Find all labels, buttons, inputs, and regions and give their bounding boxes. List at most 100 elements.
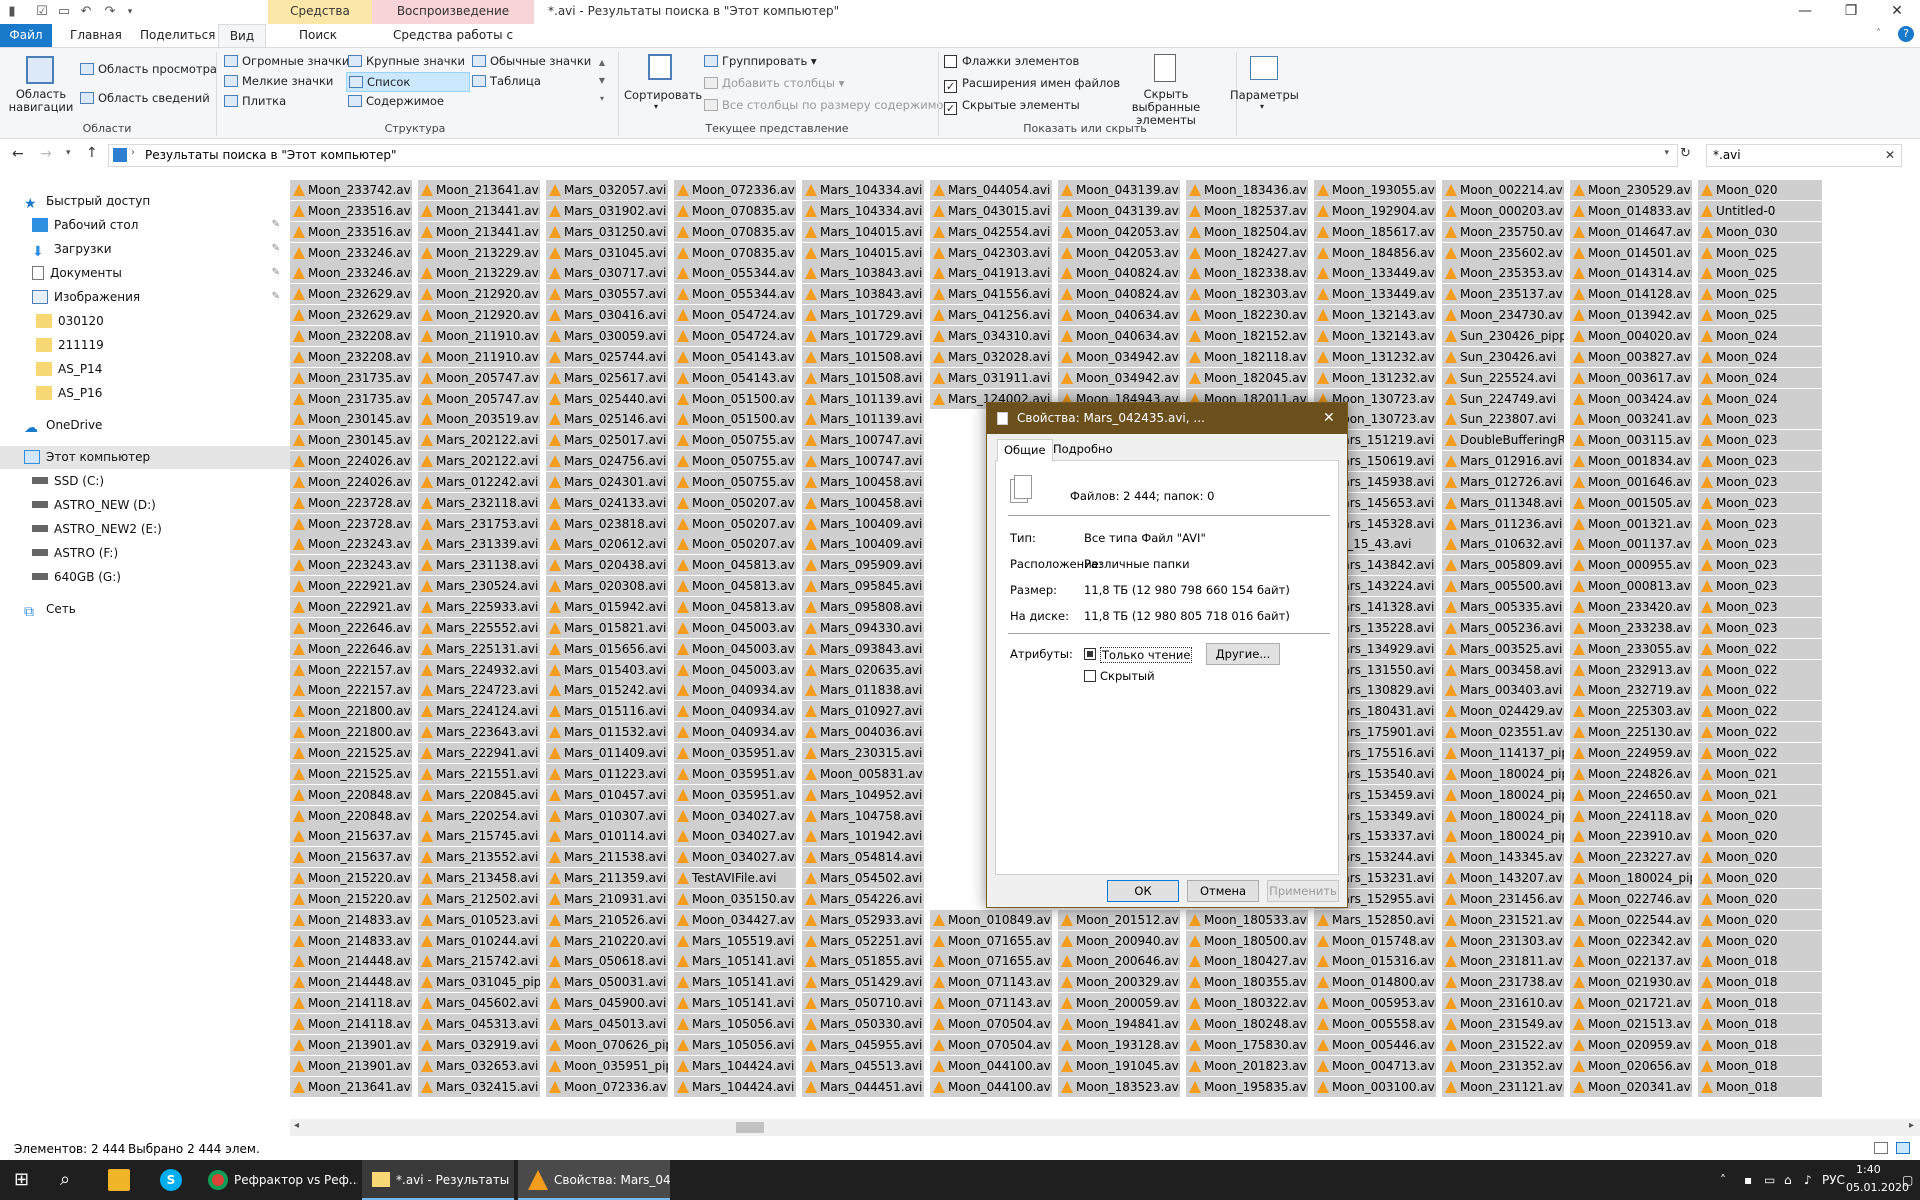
readonly-label[interactable]: Только чтение (1100, 647, 1193, 663)
file-item[interactable]: Moon_022342.avi (1570, 930, 1692, 951)
layout-medium-icons[interactable]: Обычные значки (472, 54, 592, 68)
file-item[interactable]: Moon_015748.avi (1314, 930, 1436, 951)
file-item[interactable]: Moon_070626_pipp.avi (546, 1034, 668, 1055)
store-icon[interactable] (108, 1169, 130, 1191)
file-item[interactable]: Mars_025617.avi (546, 367, 668, 388)
file-item[interactable]: Moon_221800.avi (290, 722, 412, 743)
file-item[interactable]: Moon_050207.avi (674, 492, 796, 513)
address-path[interactable]: Результаты поиска в "Этот компьютер" (145, 148, 397, 162)
file-item[interactable]: Moon_070835.avi (674, 221, 796, 242)
file-item[interactable]: Moon_023 (1698, 451, 1822, 472)
file-item[interactable]: Mars_220254.avi (418, 805, 540, 826)
file-item[interactable]: Mars_031902.avi (546, 200, 668, 221)
file-item[interactable]: Moon_024429.avi (1442, 701, 1564, 722)
file-item[interactable]: Moon_020 (1698, 868, 1822, 889)
file-item[interactable]: Moon_045003.avi (674, 638, 796, 659)
file-item[interactable]: Mars_045955.avi (802, 1034, 924, 1055)
file-item[interactable]: Moon_143345.avi (1442, 847, 1564, 868)
file-item[interactable]: Mars_215742.avi (418, 951, 540, 972)
file-item[interactable]: Moon_024 (1698, 367, 1822, 388)
navigation-pane-button[interactable]: Область навигации (6, 88, 76, 114)
file-item[interactable]: Moon_005831.avi (802, 763, 924, 784)
file-item[interactable]: Mars_093843.avi (802, 638, 924, 659)
file-item[interactable]: Moon_021721.avi (1570, 993, 1692, 1014)
file-item[interactable]: Moon_070504.avi (930, 1034, 1052, 1055)
file-item[interactable]: Mars_030059.avi (546, 325, 668, 346)
tab-search[interactable]: Поиск (290, 24, 346, 47)
file-item[interactable]: Moon_223728.avi (290, 492, 412, 513)
file-item[interactable]: Moon_025 (1698, 305, 1822, 326)
file-item[interactable]: Mars_221551.avi (418, 763, 540, 784)
file-item[interactable]: Mars_104758.avi (802, 805, 924, 826)
file-item[interactable]: Mars_031911.avi (930, 367, 1052, 388)
file-item[interactable]: Moon_213441.avi (418, 200, 540, 221)
nav-pictures[interactable]: Изображения ✎ (0, 286, 290, 309)
file-item[interactable]: Mars_202122.avi (418, 430, 540, 451)
file-item[interactable]: Moon_214833.avi (290, 909, 412, 930)
file-item[interactable]: Moon_040934.avi (674, 701, 796, 722)
taskbar-chrome[interactable]: Рефрактор vs Реф... (200, 1160, 358, 1200)
nav-folder-as-p14[interactable]: AS_P14 (0, 358, 290, 381)
file-item[interactable]: Untitled-0 (1698, 200, 1822, 221)
file-item[interactable]: Moon_222646.avi (290, 638, 412, 659)
file-item[interactable]: Moon_193055.avi (1314, 180, 1436, 200)
file-item[interactable]: Mars_004036.avi (802, 722, 924, 743)
file-item[interactable]: Mars_104015.avi (802, 242, 924, 263)
file-item[interactable]: Moon_018 (1698, 1055, 1822, 1076)
customize-toolbar-icon[interactable]: ▾ (122, 4, 138, 20)
layout-scroll[interactable]: ▲ ▼ ▾ (596, 54, 608, 110)
file-item[interactable]: Mars_010632.avi (1442, 534, 1564, 555)
file-item[interactable]: Moon_180248.avi (1186, 1014, 1308, 1034)
file-item[interactable]: Moon_000203.avi (1442, 200, 1564, 221)
file-item[interactable]: Moon_223227.avi (1570, 847, 1692, 868)
layout-list[interactable]: Список (346, 72, 470, 92)
redo-icon[interactable]: ↷ (102, 4, 118, 20)
file-item[interactable]: Moon_020 (1698, 888, 1822, 909)
file-item[interactable]: Moon_231610.avi (1442, 993, 1564, 1014)
file-item[interactable]: Mars_104334.avi (802, 200, 924, 221)
file-item[interactable]: Moon_054724.avi (674, 305, 796, 326)
file-item[interactable]: Moon_231738.avi (1442, 972, 1564, 993)
file-item[interactable]: Mars_042303.avi (930, 242, 1052, 263)
file-item[interactable]: Moon_233055.avi (1570, 638, 1692, 659)
file-item[interactable]: Mars_100409.avi (802, 513, 924, 534)
file-item[interactable]: Moon_022 (1698, 659, 1822, 680)
file-item[interactable]: Mars_101139.avi (802, 409, 924, 430)
file-item[interactable]: Mars_101139.avi (802, 388, 924, 409)
file-item[interactable]: Mars_030557.avi (546, 284, 668, 305)
horizontal-scrollbar[interactable]: ◂ ▸ (290, 1119, 1920, 1136)
file-item[interactable]: Moon_192904.avi (1314, 200, 1436, 221)
pin-icon[interactable]: ✎ (272, 262, 280, 284)
file-item[interactable]: Mars_015403.avi (546, 659, 668, 680)
file-item[interactable]: Mars_034310.avi (930, 325, 1052, 346)
file-item[interactable]: Moon_201512.avi (1058, 909, 1180, 930)
file-item[interactable]: Mars_024756.avi (546, 451, 668, 472)
file-item[interactable]: Moon_015316.avi (1314, 951, 1436, 972)
file-item[interactable]: Moon_001834.avi (1570, 451, 1692, 472)
hidden-label[interactable]: Скрытый (1100, 669, 1155, 683)
file-item[interactable]: Moon_005953.avi (1314, 993, 1436, 1014)
file-item[interactable]: Moon_233742.avi (290, 180, 412, 200)
file-item[interactable]: Mars_020612.avi (546, 534, 668, 555)
file-item[interactable]: Moon_021 (1698, 763, 1822, 784)
size-columns-button[interactable]: Все столбцы по размеру содержимого (704, 98, 957, 112)
file-item[interactable]: Moon_225130.avi (1570, 722, 1692, 743)
file-item[interactable]: Moon_180322.avi (1186, 993, 1308, 1014)
file-item[interactable]: Moon_000955.avi (1570, 555, 1692, 576)
file-item[interactable]: Moon_025 (1698, 242, 1822, 263)
file-item[interactable]: Mars_015942.avi (546, 597, 668, 617)
file-item[interactable]: Moon_214118.avi (290, 993, 412, 1014)
details-view-icon[interactable] (1874, 1142, 1888, 1154)
refresh-icon[interactable]: ↻ (1680, 146, 1691, 161)
nav-drive-g[interactable]: 640GB (G:) (0, 566, 290, 589)
file-item[interactable]: Moon_232629.avi (290, 305, 412, 326)
file-item[interactable]: Mars_023818.avi (546, 513, 668, 534)
file-item[interactable]: Moon_222921.avi (290, 576, 412, 597)
file-item[interactable]: Mars_032028.avi (930, 346, 1052, 367)
tab-general[interactable]: Общие (997, 439, 1053, 462)
file-item[interactable]: Moon_025 (1698, 263, 1822, 284)
file-item[interactable]: Mars_225552.avi (418, 617, 540, 638)
file-item[interactable]: Mars_044054.avi (930, 180, 1052, 200)
file-item[interactable]: Mars_032415.avi (418, 1076, 540, 1097)
file-item[interactable]: Moon_050755.avi (674, 451, 796, 472)
